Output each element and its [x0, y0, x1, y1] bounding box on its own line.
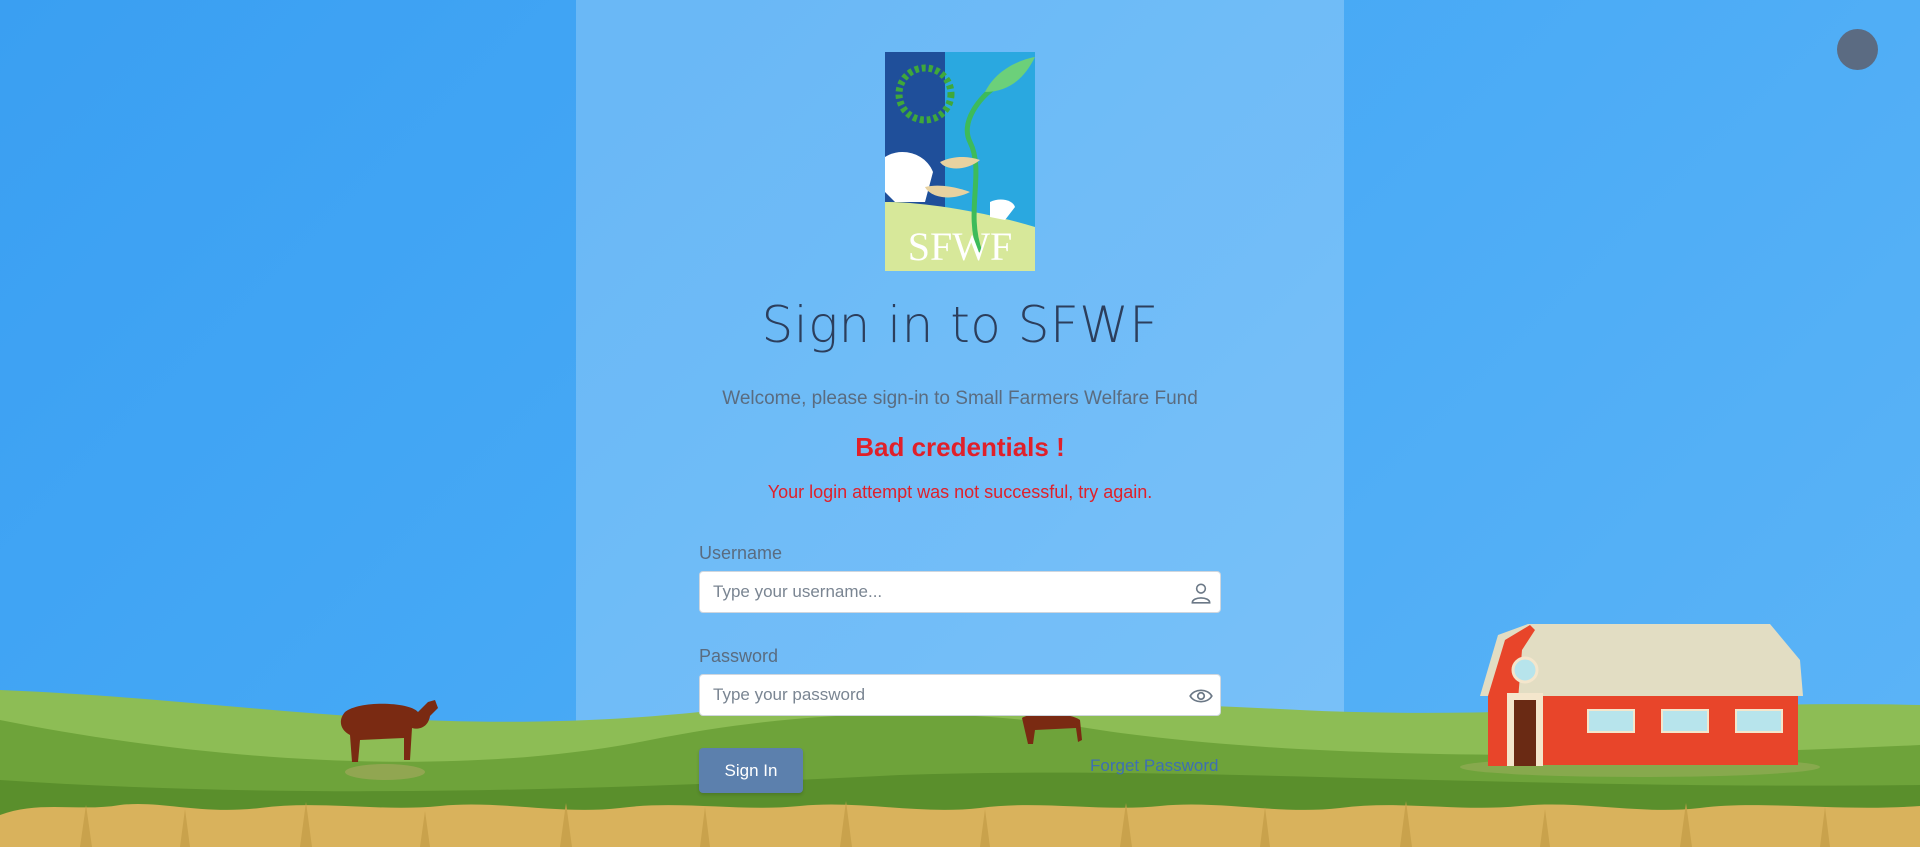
logo-text: SFWF	[908, 224, 1013, 269]
username-label: Username	[699, 543, 783, 563]
user-avatar[interactable]	[1837, 29, 1878, 70]
sign-in-button[interactable]: Sign In	[699, 748, 803, 793]
barn-illustration	[1460, 624, 1820, 777]
username-input[interactable]	[700, 572, 1183, 612]
forgot-password-link[interactable]: Forget Password	[1090, 756, 1219, 776]
error-message: Your login attempt was not successful, t…	[767, 482, 1153, 502]
welcome-text: Welcome, please sign-in to Small Farmers…	[722, 388, 1198, 409]
username-field[interactable]	[699, 571, 1221, 613]
password-input[interactable]	[700, 675, 1183, 715]
password-label: Password	[699, 646, 779, 666]
page-title: Sign in to SFWF	[761, 296, 1159, 354]
error-title: Bad credentials !	[855, 432, 1065, 462]
user-icon	[1191, 583, 1211, 604]
sfwf-logo: SFWF	[885, 52, 1035, 271]
eye-icon[interactable]	[1188, 683, 1214, 709]
password-field[interactable]	[699, 674, 1221, 716]
